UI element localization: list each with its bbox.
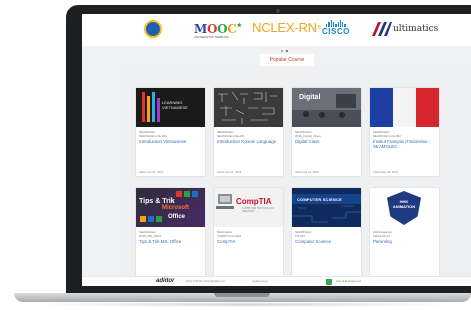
course-thumbnail: HHK ANIMATION [370, 188, 439, 227]
course-title[interactable]: Digital Class [295, 139, 359, 144]
course-card[interactable]: Tips & Trik Microsoft Office SEAMOLEC 20… [136, 188, 205, 276]
course-thumbnail: CompTIA COMPUTER TECHNOLOGY INDUSTRY [214, 188, 283, 227]
course-card[interactable]: Digital SEAMOLEC 2016_Digital_Class Digi… [292, 88, 361, 176]
tab-popular-course[interactable]: Popular Course [260, 54, 314, 66]
course-title[interactable]: Institut Français d'Indonésie - SEAMOLEC [373, 139, 437, 150]
course-title[interactable]: Introduction Korean Language [217, 139, 281, 144]
footer-badge-icon [326, 279, 332, 285]
course-thumbnail [370, 88, 439, 127]
cisco-bars-icon [326, 20, 346, 27]
footer-badge-text[interactable]: Aims & Entertainment [336, 280, 361, 283]
course-card[interactable]: LEARNING VIETNAMESE SEAMOLEC SEAMOLEC-CE… [136, 88, 205, 176]
browser-screen: MOOC★ UNIVERSITAS TERBUKA NCLEX-RN ® CISC… [82, 14, 471, 286]
course-title[interactable]: Computer Science [295, 239, 359, 244]
site-header: MOOC★ UNIVERSITAS TERBUKA NCLEX-RN ® CISC… [82, 14, 471, 46]
kemdikbud-logo[interactable] [144, 20, 162, 38]
multimatics-mark-icon [372, 22, 392, 36]
laptop-shadow [30, 302, 460, 307]
laptop-mockup: MOOC★ UNIVERSITAS TERBUKA NCLEX-RN ® CISC… [0, 0, 471, 310]
course-card[interactable]: SEAMOLEC SEAMOLEC-KE-001 Introduction Ko… [214, 88, 283, 176]
multimatics-logo[interactable]: ultimatics [372, 22, 438, 36]
nclex-logo[interactable]: NCLEX-RN ® [252, 20, 321, 35]
course-card[interactable]: HHK ANIMATION HHKAcademy HHKA-01-01 Pare… [370, 188, 439, 276]
laptop-notch [214, 293, 270, 297]
course-thumbnail [214, 88, 283, 127]
course-thumbnail: Tips & Trik Microsoft Office [136, 188, 205, 227]
course-title[interactable]: CompTIA [217, 239, 281, 244]
webcam-icon [276, 9, 280, 13]
course-title[interactable]: Parenting [373, 239, 437, 244]
course-card[interactable]: COMPUTER SCIENCE SEAMOLEC CS-001 Compute… [292, 188, 361, 276]
course-title[interactable]: Tips & Trik MS. Office [139, 239, 203, 244]
footer-link[interactable]: Ajukan kursus [252, 280, 268, 283]
carousel-dot[interactable] [281, 50, 283, 52]
course-card[interactable]: SEAMOLEC SEAMOLEC-CE-002 Institut França… [370, 88, 439, 176]
cisco-logo[interactable]: CISCO [322, 20, 350, 36]
footer-brand[interactable]: adidor [156, 278, 174, 284]
course-thumbnail: Digital [292, 88, 361, 127]
course-title[interactable]: Introduction Vietnamese [139, 139, 203, 144]
carousel-dots[interactable] [281, 50, 288, 52]
footer-contact: (021) 2311922 admin@adidor.com [186, 280, 226, 283]
course-thumbnail: LEARNING VIETNAMESE [136, 88, 205, 127]
course-card[interactable]: CompTIA COMPUTER TECHNOLOGY INDUSTRY Mul… [214, 188, 283, 276]
carousel-dot-active[interactable] [286, 50, 288, 52]
course-thumbnail: COMPUTER SCIENCE [292, 188, 361, 227]
mooc-logo[interactable]: MOOC★ UNIVERSITAS TERBUKA [194, 22, 242, 39]
site-footer: adidor (021) 2311922 admin@adidor.com Aj… [82, 276, 471, 286]
